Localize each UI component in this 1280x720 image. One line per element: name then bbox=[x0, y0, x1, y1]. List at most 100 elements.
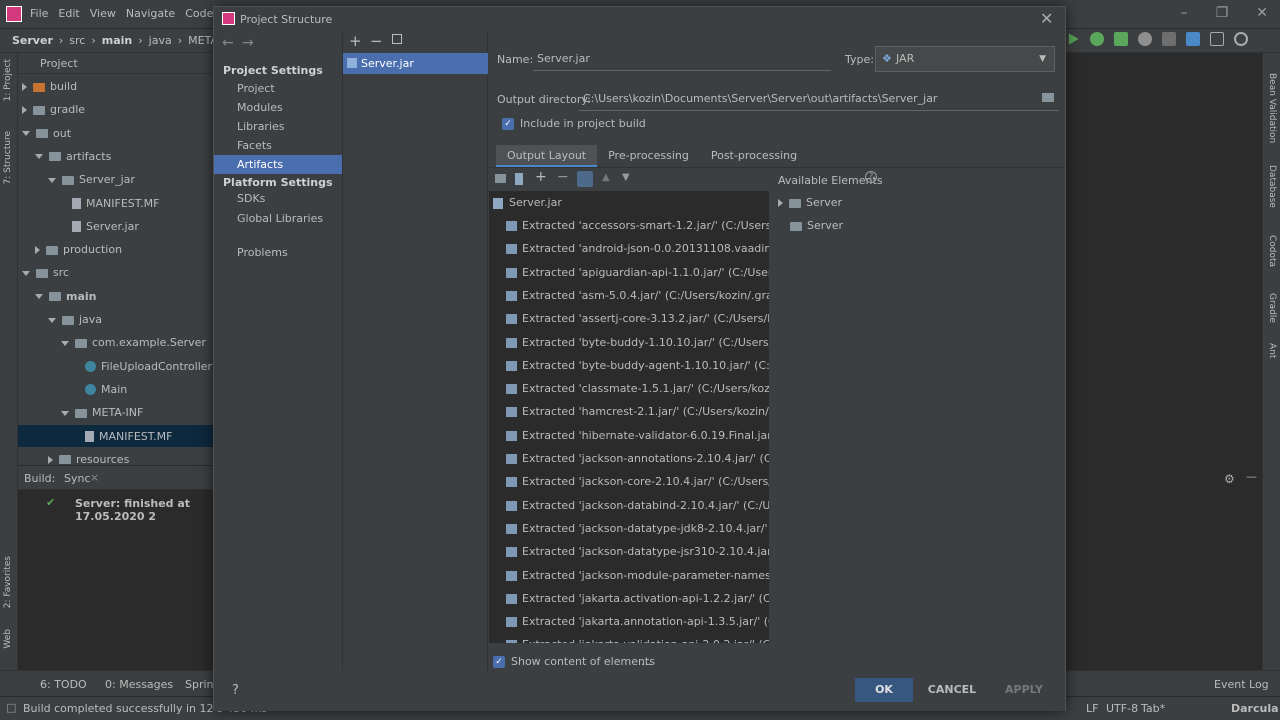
new-archive-icon[interactable] bbox=[515, 173, 523, 185]
nav-global-libraries[interactable]: Global Libraries bbox=[214, 209, 342, 228]
extracted-item[interactable]: Extracted 'jackson-datatype-jsr310-2.10.… bbox=[506, 540, 769, 563]
status-indent[interactable]: Tab* bbox=[1141, 702, 1165, 715]
cancel-button[interactable]: CANCEL bbox=[922, 678, 982, 702]
crumb-server[interactable]: Server bbox=[12, 34, 53, 47]
collapse-arrow-icon[interactable] bbox=[48, 177, 56, 183]
available-item[interactable]: Server bbox=[778, 191, 842, 214]
tab-output-layout[interactable]: Output Layout bbox=[496, 145, 598, 167]
collapse-arrow-icon[interactable] bbox=[22, 270, 30, 276]
back-arrow-icon[interactable]: ← bbox=[222, 35, 234, 51]
extracted-item[interactable]: Extracted 'hamcrest-2.1.jar/' (C:/Users/… bbox=[506, 400, 769, 423]
layout-icon[interactable] bbox=[1210, 32, 1224, 46]
extracted-item[interactable]: Extracted 'jackson-annotations-2.10.4.ja… bbox=[506, 447, 769, 470]
nav-project[interactable]: Project bbox=[214, 79, 342, 98]
expand-arrow-icon[interactable] bbox=[35, 246, 40, 255]
extracted-item[interactable]: Extracted 'android-json-0.0.20131108.vaa… bbox=[506, 237, 769, 260]
search-everywhere-icon[interactable] bbox=[1234, 32, 1248, 46]
collapse-arrow-icon[interactable] bbox=[61, 410, 69, 416]
expand-arrow-icon[interactable] bbox=[48, 455, 53, 464]
status-encoding[interactable]: UTF-8 bbox=[1106, 702, 1138, 715]
nav-libraries[interactable]: Libraries bbox=[214, 117, 342, 136]
tree-item[interactable]: gradle bbox=[22, 99, 85, 121]
tool-messages[interactable]: 0: Messages bbox=[105, 678, 173, 691]
tree-item[interactable]: out bbox=[22, 123, 71, 145]
menu-navigate[interactable]: Navigate bbox=[126, 7, 175, 20]
forward-arrow-icon[interactable]: → bbox=[242, 35, 254, 51]
tree-item[interactable]: com.example.Server bbox=[61, 332, 206, 354]
menu-view[interactable]: View bbox=[90, 7, 116, 20]
collapse-arrow-icon[interactable] bbox=[35, 294, 43, 300]
extracted-item[interactable]: Extracted 'byte-buddy-1.10.10.jar/' (C:/… bbox=[506, 331, 769, 354]
tab-sync[interactable]: Sync bbox=[64, 472, 91, 485]
menu-edit[interactable]: Edit bbox=[58, 7, 79, 20]
project-structure-icon[interactable] bbox=[1186, 32, 1200, 46]
tab-pre-processing[interactable]: Pre-processing bbox=[597, 145, 700, 167]
minimize-icon[interactable]: – bbox=[1181, 5, 1188, 21]
extracted-item[interactable]: Extracted 'accessors-smart-1.2.jar/' (C:… bbox=[506, 214, 769, 237]
help-circle-icon[interactable]: ? bbox=[865, 171, 877, 183]
extracted-item[interactable]: Extracted 'byte-buddy-agent-1.10.10.jar/… bbox=[506, 354, 769, 377]
tree-item[interactable]: src bbox=[22, 262, 69, 284]
tool-structure[interactable]: 7: Structure bbox=[3, 131, 13, 185]
collapse-arrow-icon[interactable] bbox=[35, 154, 43, 160]
expand-arrow-icon[interactable] bbox=[22, 83, 27, 91]
name-input[interactable]: Server.jar bbox=[533, 49, 831, 71]
apply-button[interactable]: APPLY bbox=[992, 678, 1056, 702]
expand-arrow-icon[interactable] bbox=[22, 106, 27, 115]
sort-icon[interactable] bbox=[577, 171, 593, 187]
menu-file[interactable]: File bbox=[30, 7, 48, 20]
tool-todo[interactable]: 6: TODO bbox=[40, 678, 87, 691]
expand-arrow-icon[interactable] bbox=[778, 199, 783, 207]
include-build-checkbox[interactable]: ✓ Include in project build bbox=[502, 117, 646, 130]
collapse-arrow-icon[interactable] bbox=[22, 131, 30, 137]
crumb-src[interactable]: src bbox=[69, 34, 85, 47]
extracted-item[interactable]: Extracted 'jackson-module-parameter-name… bbox=[506, 564, 769, 587]
nav-sdks[interactable]: SDKs bbox=[214, 189, 342, 208]
type-select[interactable]: ❖ JAR ▼ bbox=[875, 46, 1055, 72]
close-icon[interactable]: ✕ bbox=[1040, 9, 1053, 28]
show-content-checkbox[interactable]: ✓ Show content of elements bbox=[493, 655, 655, 668]
tree-item[interactable]: build bbox=[22, 76, 77, 98]
remove-icon[interactable]: − bbox=[370, 32, 383, 50]
tab-post-processing[interactable]: Post-processing bbox=[700, 145, 808, 167]
close-sync-icon[interactable]: × bbox=[90, 471, 99, 484]
tree-item[interactable]: main bbox=[35, 286, 97, 308]
new-directory-icon[interactable] bbox=[495, 174, 506, 183]
tool-bean-validation[interactable]: Bean Validation bbox=[1267, 73, 1277, 143]
nav-problems[interactable]: Problems bbox=[214, 243, 342, 262]
tool-favorites[interactable]: 2: Favorites bbox=[3, 556, 13, 608]
profile-icon[interactable] bbox=[1138, 32, 1152, 46]
extracted-item[interactable]: Extracted 'apiguardian-api-1.1.0.jar/' (… bbox=[506, 261, 769, 284]
tree-item[interactable]: production bbox=[35, 239, 122, 261]
crumb-main[interactable]: main bbox=[102, 34, 133, 47]
collapse-arrow-icon[interactable] bbox=[61, 340, 69, 346]
crumb-java[interactable]: java bbox=[149, 34, 172, 47]
help-button[interactable]: ? bbox=[232, 683, 239, 698]
settings-gear-icon[interactable]: ⚙ bbox=[1224, 472, 1235, 486]
extracted-item[interactable]: Extracted 'jackson-core-2.10.4.jar/' (C:… bbox=[506, 470, 769, 493]
remove-element-icon[interactable]: − bbox=[557, 169, 569, 185]
hide-panel-icon[interactable]: — bbox=[1246, 470, 1257, 483]
tree-item[interactable]: Server_jar bbox=[48, 169, 135, 191]
tree-item[interactable]: META-INF bbox=[61, 402, 143, 424]
tree-item[interactable]: FileUploadController bbox=[74, 356, 212, 378]
extracted-item[interactable]: Extracted 'jakarta.annotation-api-1.3.5.… bbox=[506, 610, 769, 633]
tool-web[interactable]: Web bbox=[3, 629, 13, 649]
debug-icon[interactable] bbox=[1090, 32, 1104, 46]
extracted-item[interactable]: Extracted 'assertj-core-3.13.2.jar/' (C:… bbox=[506, 307, 769, 330]
add-copy-icon[interactable]: + bbox=[535, 169, 547, 185]
available-item[interactable]: Server bbox=[790, 214, 843, 237]
extracted-item[interactable]: Extracted 'jackson-datatype-jdk8-2.10.4.… bbox=[506, 517, 769, 540]
move-down-icon[interactable]: ▼ bbox=[622, 172, 630, 183]
status-line-separator[interactable]: LF bbox=[1086, 702, 1098, 715]
extracted-item[interactable]: Extracted 'jakarta.validation-api-2.0.2.… bbox=[506, 633, 769, 643]
coverage-icon[interactable] bbox=[1114, 32, 1128, 46]
output-root[interactable]: Server.jar bbox=[493, 191, 562, 214]
extracted-item[interactable]: Extracted 'classmate-1.5.1.jar/' (C:/Use… bbox=[506, 377, 769, 400]
tool-ant[interactable]: Ant bbox=[1267, 343, 1277, 358]
project-panel-header[interactable]: Project bbox=[18, 53, 213, 74]
browse-folder-icon[interactable] bbox=[1042, 93, 1054, 102]
close-window-icon[interactable]: ✕ bbox=[1256, 5, 1268, 21]
nav-facets[interactable]: Facets bbox=[214, 136, 342, 155]
tool-gradle[interactable]: Gradle bbox=[1267, 293, 1277, 323]
